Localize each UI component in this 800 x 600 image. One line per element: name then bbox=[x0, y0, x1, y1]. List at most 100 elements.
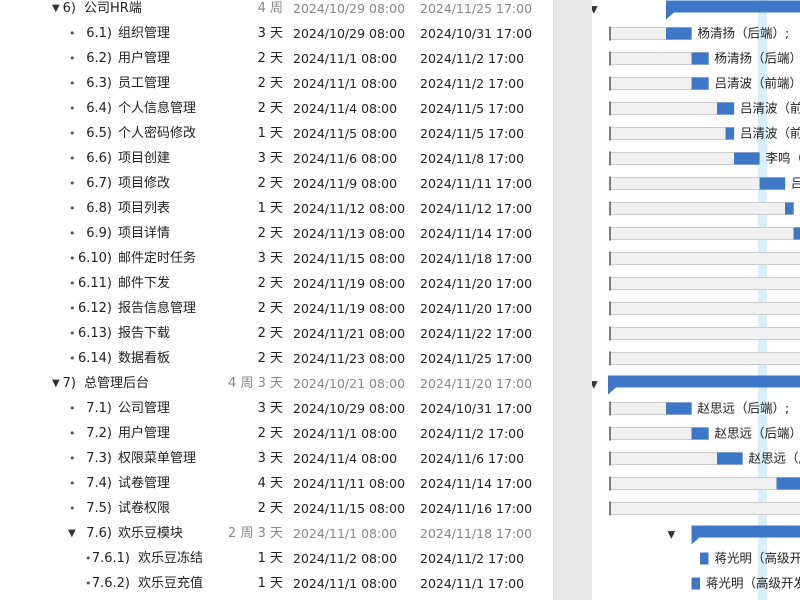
task-bar[interactable] bbox=[691, 52, 709, 65]
task-row[interactable]: • 7.5) 试卷权限 2 天 2024/11/15 08:00 2024/11/16 1… bbox=[0, 496, 553, 521]
task-name[interactable]: 试卷权限 bbox=[118, 496, 170, 521]
task-name[interactable]: 个人密码修改 bbox=[118, 121, 196, 146]
task-start-date[interactable]: 2024/11/15 08:00 bbox=[293, 246, 405, 271]
task-start-date[interactable]: 2024/11/1 08:00 bbox=[293, 571, 397, 596]
task-duration[interactable]: 2 天 bbox=[219, 171, 283, 196]
task-start-date[interactable]: 2024/11/1 08:00 bbox=[293, 421, 397, 446]
task-start-date[interactable]: 2024/11/1 08:00 bbox=[293, 71, 397, 96]
task-duration[interactable]: 1 天 bbox=[219, 196, 283, 221]
baseline-bar[interactable] bbox=[609, 502, 800, 515]
task-name[interactable]: 公司管理 bbox=[118, 396, 170, 421]
task-duration[interactable]: 1 天 bbox=[219, 546, 283, 571]
task-start-date[interactable]: 2024/11/4 08:00 bbox=[293, 96, 397, 121]
task-bar[interactable] bbox=[725, 127, 735, 140]
task-start-date[interactable]: 2024/10/29 08:00 bbox=[293, 21, 405, 46]
task-start-date[interactable]: 2024/11/1 08:00 bbox=[293, 521, 397, 546]
task-row[interactable]: • 6.3) 员工管理 2 天 2024/11/1 08:00 2024/11/2 17:… bbox=[0, 71, 553, 96]
summary-bar[interactable] bbox=[691, 525, 800, 538]
task-end-date[interactable]: 2024/11/22 17:00 bbox=[420, 321, 532, 346]
task-end-date[interactable]: 2024/11/18 17:00 bbox=[420, 521, 532, 546]
task-row[interactable]: • 6.2) 用户管理 2 天 2024/11/1 08:00 2024/11/2 17:… bbox=[0, 46, 553, 71]
task-duration[interactable]: 4 周 3 天 bbox=[219, 371, 283, 396]
task-start-date[interactable]: 2024/10/29 08:00 bbox=[293, 0, 405, 21]
task-duration[interactable]: 1 天 bbox=[219, 571, 283, 596]
task-duration[interactable]: 2 天 bbox=[219, 321, 283, 346]
task-end-date[interactable]: 2024/11/14 17:00 bbox=[420, 221, 532, 246]
task-duration[interactable]: 2 天 bbox=[219, 346, 283, 371]
summary-task-row[interactable]: ▼ 7) 总管理后台 4 周 3 天 2024/10/21 08:00 2024/11/2… bbox=[0, 371, 553, 396]
task-end-date[interactable]: 2024/10/31 17:00 bbox=[420, 396, 532, 421]
task-start-date[interactable]: 2024/11/15 08:00 bbox=[293, 496, 405, 521]
task-end-date[interactable]: 2024/11/18 17:00 bbox=[420, 246, 532, 271]
task-duration[interactable]: 3 天 bbox=[219, 396, 283, 421]
task-end-date[interactable]: 2024/11/5 17:00 bbox=[420, 121, 524, 146]
task-start-date[interactable]: 2024/11/12 08:00 bbox=[293, 196, 405, 221]
task-bar[interactable] bbox=[785, 202, 794, 215]
summary-bar[interactable] bbox=[608, 375, 800, 388]
summary-task-row[interactable]: ▼ 7.6) 欢乐豆模块 2 周 3 天 2024/11/1 08:00 2024/11/… bbox=[0, 521, 553, 546]
task-end-date[interactable]: 2024/11/12 17:00 bbox=[420, 196, 532, 221]
task-end-date[interactable]: 2024/11/2 17:00 bbox=[420, 46, 524, 71]
baseline-bar[interactable] bbox=[609, 352, 800, 365]
task-end-date[interactable]: 2024/11/6 17:00 bbox=[420, 446, 524, 471]
task-row[interactable]: • 6.8) 项目列表 1 天 2024/11/12 08:00 2024/11/12 1… bbox=[0, 196, 553, 221]
baseline-bar[interactable] bbox=[609, 202, 794, 215]
task-duration[interactable]: 2 天 bbox=[219, 71, 283, 96]
task-end-date[interactable]: 2024/11/25 17:00 bbox=[420, 346, 532, 371]
task-start-date[interactable]: 2024/11/13 08:00 bbox=[293, 221, 405, 246]
task-start-date[interactable]: 2024/11/6 08:00 bbox=[293, 146, 397, 171]
task-start-date[interactable]: 2024/11/9 08:00 bbox=[293, 171, 397, 196]
summary-bar-start-cap[interactable] bbox=[666, 12, 674, 20]
task-bar[interactable] bbox=[691, 77, 709, 90]
task-bar[interactable] bbox=[691, 577, 701, 590]
task-name[interactable]: 邮件定时任务 bbox=[118, 246, 196, 271]
task-bar[interactable] bbox=[776, 477, 800, 490]
task-bar[interactable] bbox=[734, 152, 760, 165]
summary-bar-start-cap[interactable] bbox=[608, 387, 616, 395]
task-bar[interactable] bbox=[793, 227, 800, 240]
task-duration[interactable]: 4 天 bbox=[219, 471, 283, 496]
task-start-date[interactable]: 2024/11/21 08:00 bbox=[293, 321, 405, 346]
baseline-bar[interactable] bbox=[609, 277, 800, 290]
task-row[interactable]: • 6.9) 项目详情 2 天 2024/11/13 08:00 2024/11/14 1… bbox=[0, 221, 553, 246]
task-name[interactable]: 组织管理 bbox=[118, 21, 170, 46]
task-row[interactable]: • 7.4) 试卷管理 4 天 2024/11/11 08:00 2024/11/14 1… bbox=[0, 471, 553, 496]
task-duration[interactable]: 4 周 bbox=[219, 0, 283, 21]
task-row[interactable]: • 7.6.2) 欢乐豆充值 1 天 2024/11/1 08:00 2024/11/1 … bbox=[0, 571, 553, 596]
task-end-date[interactable]: 2024/11/20 17:00 bbox=[420, 271, 532, 296]
task-name[interactable]: 员工管理 bbox=[118, 71, 170, 96]
task-start-date[interactable]: 2024/11/1 08:00 bbox=[293, 46, 397, 71]
task-duration[interactable]: 2 天 bbox=[219, 421, 283, 446]
task-name[interactable]: 欢乐豆冻结 bbox=[138, 546, 203, 571]
task-end-date[interactable]: 2024/11/1 17:00 bbox=[420, 571, 524, 596]
task-bar[interactable] bbox=[666, 402, 692, 415]
task-row[interactable]: • 6.4) 个人信息管理 2 天 2024/11/4 08:00 2024/11/5 1… bbox=[0, 96, 553, 121]
summary-task-row[interactable]: ▼ 6) 公司HR端 4 周 2024/10/29 08:00 2024/11/25 17… bbox=[0, 0, 553, 21]
task-duration[interactable]: 2 天 bbox=[219, 271, 283, 296]
task-row[interactable]: • 6.11) 邮件下发 2 天 2024/11/19 08:00 2024/11/20 … bbox=[0, 271, 553, 296]
summary-bar-start-cap[interactable] bbox=[691, 537, 700, 545]
task-start-date[interactable]: 2024/10/21 08:00 bbox=[293, 371, 405, 396]
task-name[interactable]: 用户管理 bbox=[118, 46, 170, 71]
task-end-date[interactable]: 2024/11/11 17:00 bbox=[420, 171, 532, 196]
task-row[interactable]: • 6.5) 个人密码修改 1 天 2024/11/5 08:00 2024/11/5 1… bbox=[0, 121, 553, 146]
task-start-date[interactable]: 2024/11/11 08:00 bbox=[293, 471, 405, 496]
task-bar[interactable] bbox=[717, 452, 743, 465]
task-end-date[interactable]: 2024/11/2 17:00 bbox=[420, 421, 524, 446]
task-end-date[interactable]: 2024/11/20 17:00 bbox=[420, 296, 532, 321]
task-end-date[interactable]: 2024/11/5 17:00 bbox=[420, 96, 524, 121]
task-start-date[interactable]: 2024/11/4 08:00 bbox=[293, 446, 397, 471]
task-duration[interactable]: 2 天 bbox=[219, 221, 283, 246]
task-end-date[interactable]: 2024/11/20 17:00 bbox=[420, 371, 532, 396]
task-duration[interactable]: 2 天 bbox=[219, 496, 283, 521]
task-end-date[interactable]: 2024/11/25 17:00 bbox=[420, 0, 532, 21]
task-name[interactable]: 欢乐豆模块 bbox=[118, 521, 183, 546]
baseline-bar[interactable] bbox=[609, 477, 800, 490]
task-duration[interactable]: 2 天 bbox=[219, 46, 283, 71]
baseline-bar[interactable] bbox=[609, 252, 800, 265]
baseline-bar[interactable] bbox=[609, 327, 800, 340]
task-end-date[interactable]: 2024/10/31 17:00 bbox=[420, 21, 532, 46]
task-name[interactable]: 报告下载 bbox=[118, 321, 170, 346]
baseline-bar[interactable] bbox=[609, 102, 735, 115]
task-row[interactable]: • 6.12) 报告信息管理 2 天 2024/11/19 08:00 2024/11/2… bbox=[0, 296, 553, 321]
